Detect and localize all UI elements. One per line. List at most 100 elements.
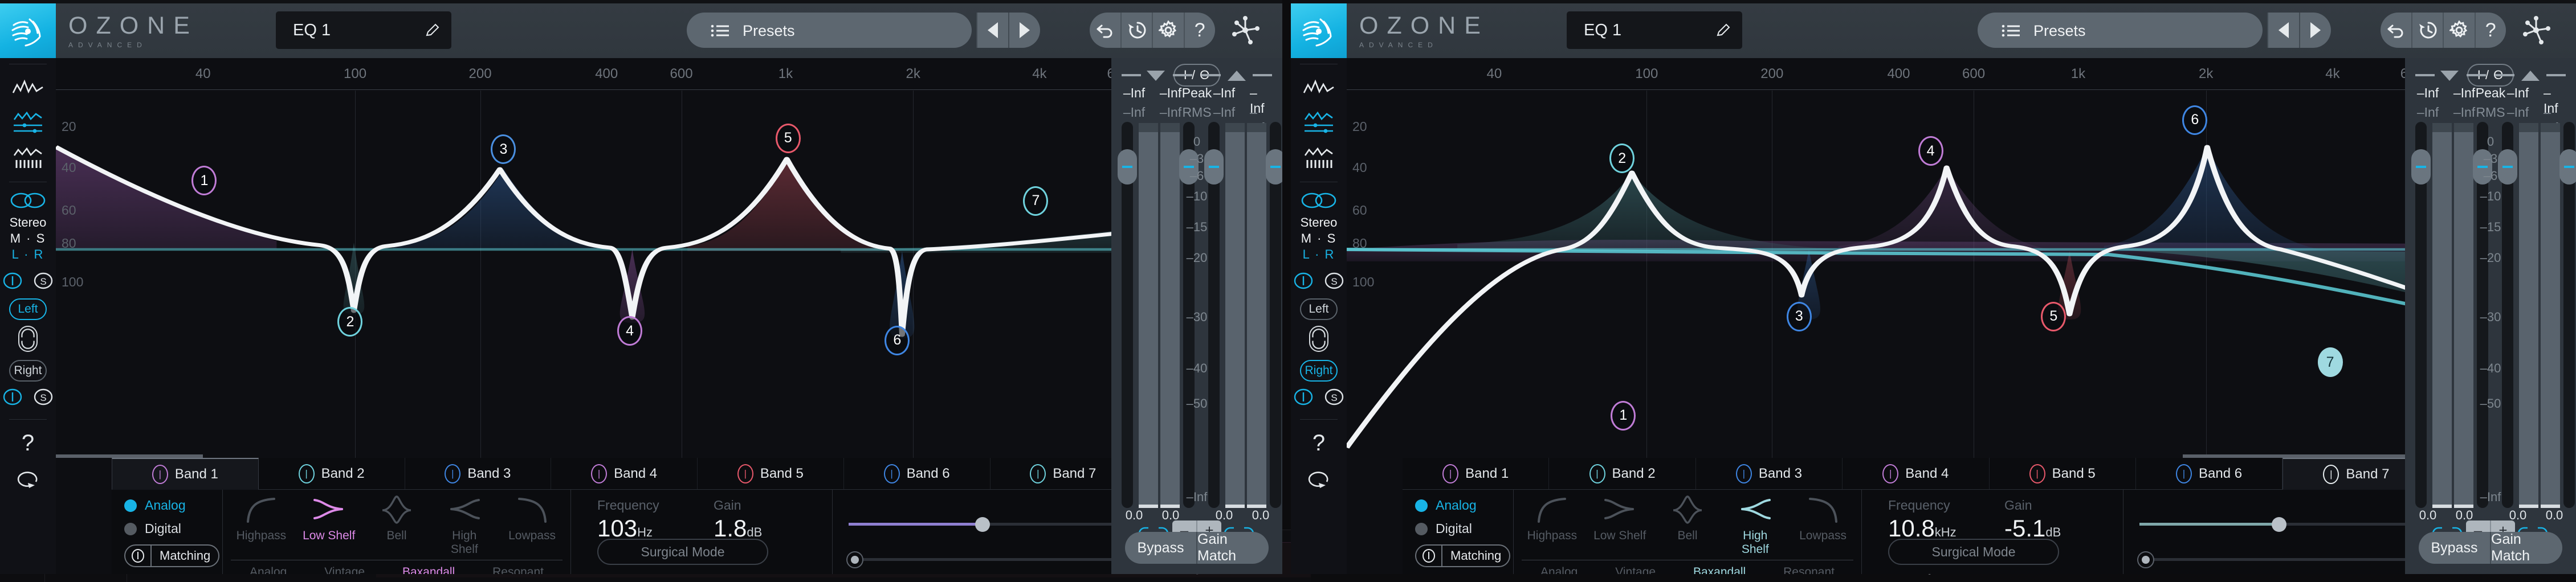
- subtype-analog[interactable]: Analog: [250, 565, 287, 574]
- routing-lr-label[interactable]: L · R: [0, 247, 56, 262]
- power-icon[interactable]: |: [298, 464, 315, 483]
- routing-mode-selector[interactable]: [0, 188, 56, 213]
- power-icon[interactable]: |: [152, 464, 168, 484]
- band-tab-2[interactable]: | Band 2: [259, 458, 405, 489]
- eq-node-1[interactable]: 1: [1611, 400, 1636, 431]
- solo-icon[interactable]: S: [34, 387, 53, 407]
- bypass-button[interactable]: Bypass: [2419, 532, 2491, 564]
- power-icon[interactable]: |: [1735, 464, 1752, 483]
- subtype-vintage[interactable]: Vintage: [1615, 565, 1656, 574]
- routing-stereo-label[interactable]: Stereo: [1291, 215, 1347, 230]
- power-icon[interactable]: |: [1030, 464, 1046, 483]
- power-icon[interactable]: |: [1882, 464, 1899, 483]
- input-fader-track[interactable]: [2411, 122, 2431, 508]
- subtype-analog[interactable]: Analog: [1540, 565, 1578, 574]
- eq-node-7[interactable]: 7: [2317, 347, 2343, 378]
- peak-label[interactable]: Peak: [2476, 85, 2505, 101]
- channel-left-button[interactable]: Left: [1300, 298, 1338, 320]
- eq-node-6[interactable]: 6: [885, 325, 910, 355]
- settings-button[interactable]: [2444, 13, 2476, 48]
- history-button[interactable]: [2412, 13, 2444, 48]
- gain-value-group[interactable]: -5.1dB: [2004, 515, 2061, 542]
- matching-button[interactable]: Matching: [1415, 544, 1511, 567]
- band-tab-4[interactable]: | Band 4: [551, 458, 698, 489]
- output-gain-2[interactable]: 0.0: [2546, 508, 2563, 523]
- eq-graph-right[interactable]: 40 100 200 400 600 1k 2k 4k 6k 10k Hz: [1347, 58, 2576, 574]
- history-button[interactable]: [1122, 13, 1153, 48]
- band-tab-5[interactable]: | Band 5: [698, 458, 844, 489]
- shape-high-shelf[interactable]: High Shelf: [437, 493, 492, 556]
- eq-node-2[interactable]: 2: [337, 307, 363, 337]
- band-tab-6[interactable]: | Band 6: [844, 458, 991, 489]
- sidebar-help-button[interactable]: ?: [1291, 425, 1347, 461]
- power-icon[interactable]: |: [1442, 464, 1459, 483]
- eq-node-3[interactable]: 3: [1786, 301, 1812, 331]
- pencil-icon[interactable]: [1716, 23, 1731, 38]
- eq-node-3[interactable]: 3: [491, 134, 516, 165]
- bypass-button[interactable]: Bypass: [1125, 532, 1197, 564]
- output-fader-track[interactable]: [1204, 122, 1224, 508]
- preset-next-button[interactable]: [2299, 13, 2331, 48]
- band-tab-5[interactable]: | Band 5: [1990, 458, 2136, 489]
- power-icon[interactable]: |: [737, 464, 753, 483]
- input-fader-handle[interactable]: [1118, 149, 1137, 185]
- eq-plot-right[interactable]: Right 20 40 60 80 100 2 0 2 4 6 8 1 2 3 …: [1347, 91, 2576, 458]
- channel-right-button[interactable]: Right: [9, 360, 47, 382]
- settings-button[interactable]: [1153, 13, 1185, 48]
- subtype-baxandall[interactable]: Baxandall: [402, 565, 455, 574]
- help-button[interactable]: ?: [1185, 13, 1216, 48]
- band-tab-6[interactable]: | Band 6: [2136, 458, 2283, 489]
- shape-bell[interactable]: Bell: [369, 493, 424, 556]
- output-fader-handle-2[interactable]: [1266, 149, 1282, 185]
- eq-node-7[interactable]: 7: [1023, 186, 1049, 216]
- output-fader-handle[interactable]: [2498, 149, 2517, 185]
- shape-bell[interactable]: Bell: [1660, 493, 1715, 556]
- solo-icon[interactable]: S: [1324, 271, 1344, 290]
- eq-node-5[interactable]: 5: [775, 123, 801, 153]
- band-tab-2[interactable]: | Band 2: [1549, 458, 1696, 489]
- mode-analog[interactable]: Analog: [124, 498, 222, 513]
- routing-stereo-label[interactable]: Stereo: [0, 215, 56, 230]
- q-slider-knob[interactable]: [2272, 517, 2286, 532]
- gain-value-group[interactable]: 1.8dB: [714, 515, 762, 542]
- sidebar-item-gain-bars[interactable]: [1291, 141, 1347, 176]
- routing-mode-selector[interactable]: [1291, 188, 1347, 213]
- power-icon[interactable]: [3, 387, 22, 407]
- matching-button[interactable]: Matching: [124, 544, 220, 567]
- frequency-value-group[interactable]: 10.8kHz: [1888, 515, 1957, 542]
- link-icon[interactable]: [18, 326, 38, 352]
- eq-node-4[interactable]: 4: [617, 316, 643, 346]
- solo-icon[interactable]: S: [34, 271, 53, 290]
- output-fader-handle-2[interactable]: [2559, 149, 2576, 185]
- phase-slider-knob[interactable]: [846, 551, 863, 568]
- shape-low-shelf[interactable]: Low Shelf: [1592, 493, 1647, 556]
- power-icon[interactable]: [125, 546, 152, 566]
- eq-graph-left[interactable]: 40 100 200 400 600 1k 2k 4k 6k 10k Hz: [56, 58, 1282, 574]
- channel-left-button[interactable]: Left: [9, 298, 47, 320]
- routing-lr-label[interactable]: L · R: [1291, 247, 1347, 262]
- shape-low-shelf[interactable]: Low Shelf: [301, 493, 356, 556]
- eq-plot-left[interactable]: Left 20 40 60 80 100 2 0 2 4 6 8 1 2 3 4…: [56, 91, 1282, 458]
- input-fader-handle[interactable]: [2411, 149, 2431, 185]
- sidebar-item-eq-curve[interactable]: [1291, 105, 1347, 141]
- output-fader-handle[interactable]: [1204, 149, 1224, 185]
- shape-high-shelf[interactable]: High Shelf: [1728, 493, 1783, 556]
- power-icon[interactable]: |: [883, 464, 900, 483]
- rms-label[interactable]: RMS: [2476, 105, 2505, 120]
- izotope-star-icon[interactable]: [2520, 14, 2553, 47]
- phase-slider-knob[interactable]: [2137, 551, 2154, 568]
- mode-digital[interactable]: Digital: [124, 521, 222, 536]
- power-icon[interactable]: [1416, 546, 1442, 566]
- rms-label[interactable]: RMS: [1182, 105, 1211, 120]
- mode-digital[interactable]: Digital: [1415, 521, 1513, 536]
- eq-node-4[interactable]: 4: [1918, 136, 1943, 166]
- sidebar-item-spectrum[interactable]: [1291, 70, 1347, 105]
- shape-highpass[interactable]: Highpass: [234, 493, 288, 556]
- subtype-vintage[interactable]: Vintage: [324, 565, 365, 574]
- power-icon[interactable]: [1294, 387, 1313, 407]
- eq-node-2[interactable]: 2: [1609, 144, 1635, 174]
- undo-button[interactable]: [1090, 13, 1122, 48]
- subtype-baxandall[interactable]: Baxandall: [1693, 565, 1746, 574]
- power-icon[interactable]: |: [591, 464, 608, 483]
- solo-icon[interactable]: S: [1324, 387, 1344, 407]
